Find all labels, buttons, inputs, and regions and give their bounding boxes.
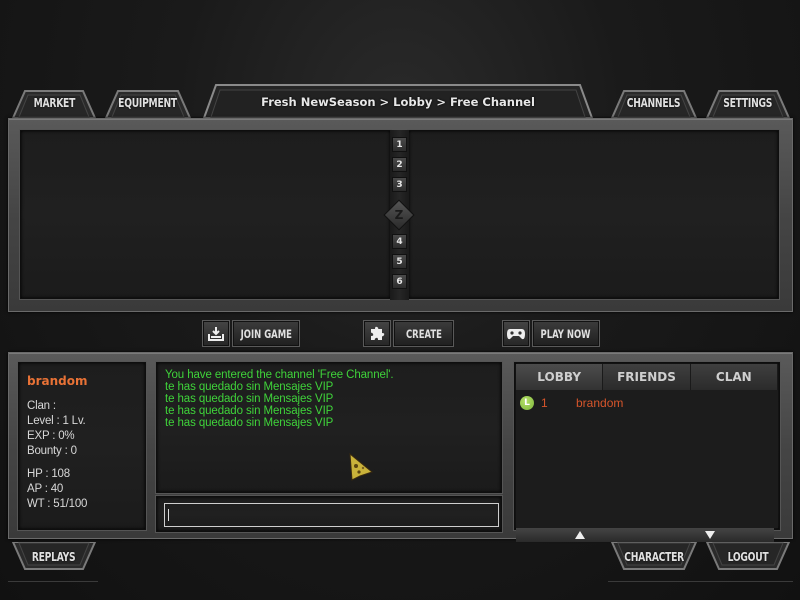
tab-equipment-label: EQUIPMENT (118, 96, 178, 110)
level-badge-icon: L (520, 396, 534, 410)
text-caret (168, 509, 169, 521)
tab-replays-label: REPLAYS (32, 550, 76, 564)
tab-market[interactable]: MARKET (9, 88, 99, 118)
join-game-button[interactable]: JOIN GAME (232, 320, 300, 347)
chat-message: te has quedado sin Mensajes VIP (165, 417, 334, 429)
players-tab-clan[interactable]: CLAN (690, 364, 778, 390)
profile-level: Level : 1 Lv. (27, 415, 86, 427)
players-scrollbar[interactable] (516, 528, 774, 542)
play-now-icon-button[interactable] (502, 320, 530, 347)
tab-equipment[interactable]: EQUIPMENT (102, 88, 194, 118)
divider (608, 581, 793, 582)
profile-wt: WT : 51/100 (27, 498, 88, 510)
scroll-up-arrow-icon[interactable] (575, 531, 585, 539)
room-page-2[interactable]: 2 (392, 157, 407, 172)
play-now-label: PLAY NOW (540, 326, 592, 341)
play-now-button[interactable]: PLAY NOW (532, 320, 600, 347)
chat-message: You have entered the channel 'Free Chann… (165, 369, 394, 381)
create-button[interactable]: CREATE (393, 320, 454, 347)
puzzle-piece-icon (371, 326, 385, 340)
tab-settings-label: SETTINGS (723, 96, 773, 110)
profile-clan: Clan : (27, 400, 56, 412)
create-label: CREATE (405, 326, 442, 341)
room-page-6[interactable]: 6 (392, 274, 407, 289)
breadcrumb-text: Fresh NewSeason > Lobby > Free Channel (261, 94, 535, 109)
tab-replays[interactable]: REPLAYS (9, 542, 99, 572)
download-tray-icon (208, 326, 224, 341)
tab-character-label: CHARACTER (624, 550, 684, 564)
tab-logout[interactable]: LOGOUT (703, 542, 793, 572)
join-game-icon-button[interactable] (202, 320, 230, 347)
create-icon-button[interactable] (363, 320, 391, 347)
profile-exp: EXP : 0% (27, 430, 75, 442)
room-page-5[interactable]: 5 (392, 254, 407, 269)
tab-channels-label: CHANNELS (627, 96, 681, 110)
tab-settings[interactable]: SETTINGS (703, 88, 793, 118)
chat-message: te has quedado sin Mensajes VIP (165, 393, 334, 405)
player-number: 1 (541, 396, 548, 410)
profile-hp: HP : 108 (27, 468, 70, 480)
tab-character[interactable]: CHARACTER (608, 542, 700, 572)
chat-message: te has quedado sin Mensajes VIP (165, 405, 334, 417)
divider (8, 581, 98, 582)
players-tab-lobby[interactable]: LOBBY (516, 364, 604, 390)
room-page-4[interactable]: 4 (392, 234, 407, 249)
breadcrumb: Fresh NewSeason > Lobby > Free Channel (202, 83, 594, 118)
join-game-label: JOIN GAME (240, 326, 292, 341)
room-page-1[interactable]: 1 (392, 137, 407, 152)
scroll-down-arrow-icon[interactable] (705, 531, 715, 539)
player-name: brandom (576, 396, 624, 410)
chat-input[interactable] (164, 503, 499, 527)
profile-bounty: Bounty : 0 (27, 445, 77, 457)
player-row[interactable]: L 1 brandom (520, 395, 774, 411)
players-tab-friends[interactable]: FRIENDS (603, 364, 691, 390)
tab-channels[interactable]: CHANNELS (608, 88, 700, 118)
room-list-left[interactable] (20, 130, 391, 299)
profile-name: brandom (27, 374, 88, 388)
tab-logout-label: LOGOUT (727, 550, 769, 564)
profile-ap: AP : 40 (27, 483, 64, 495)
players-tabs: LOBBY FRIENDS CLAN (516, 364, 778, 390)
gamepad-icon (507, 328, 525, 339)
room-list-right[interactable] (408, 130, 779, 299)
room-page-3[interactable]: 3 (392, 177, 407, 192)
tab-market-label: MARKET (33, 96, 75, 110)
chat-message: te has quedado sin Mensajes VIP (165, 381, 334, 393)
